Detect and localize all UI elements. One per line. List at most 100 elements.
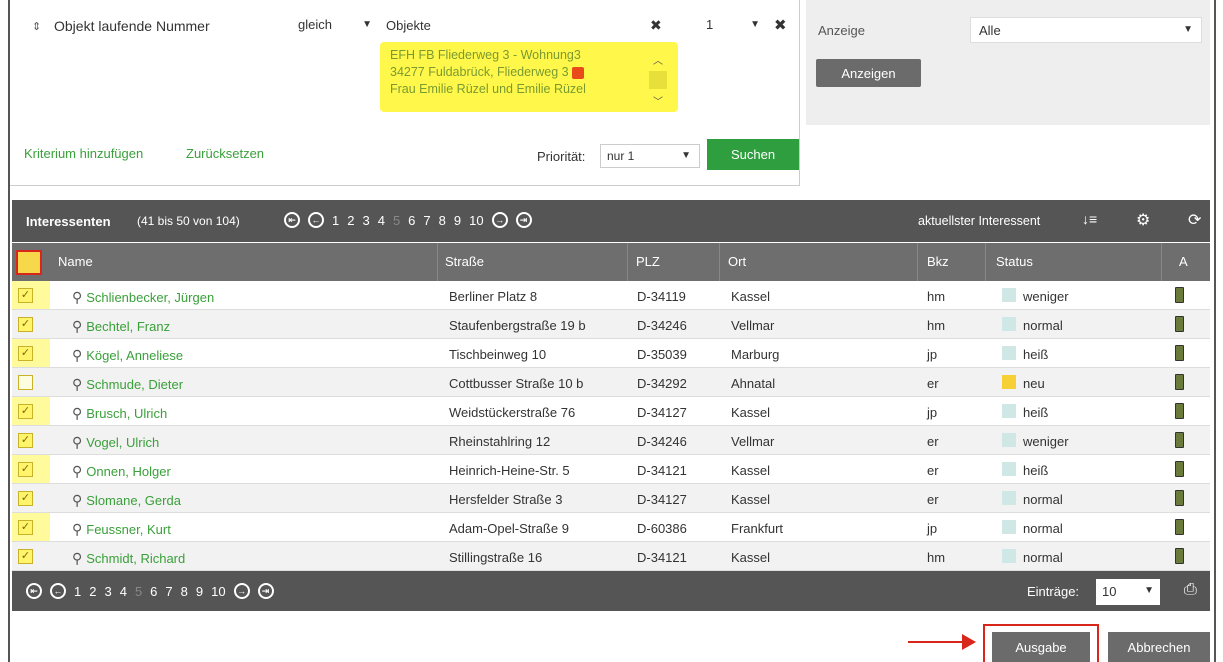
prospect-name-link[interactable]: ⚲ Kögel, Anneliese	[72, 347, 183, 364]
row-checkbox[interactable]: ✓	[18, 288, 33, 303]
document-icon[interactable]	[1175, 374, 1184, 390]
table-row[interactable]: ✓ ⚲ Vogel, Ulrich Rheinstahlring 12 D-34246 V…	[12, 426, 1210, 455]
page-link[interactable]: 6	[408, 213, 415, 228]
column-header-name[interactable]: Name	[58, 254, 93, 269]
cancel-button[interactable]: Abbrechen	[1108, 632, 1210, 662]
scrollbar-thumb[interactable]	[649, 71, 667, 89]
page-link[interactable]: 1	[74, 584, 81, 599]
count-select[interactable]: 1 ▼	[706, 17, 766, 37]
last-page-icon[interactable]: ⇥	[257, 583, 274, 599]
page-link[interactable]: 7	[165, 584, 172, 599]
page-link[interactable]: 8	[439, 213, 446, 228]
page-link[interactable]: 9	[196, 584, 203, 599]
document-icon[interactable]	[1175, 461, 1184, 477]
row-checkbox[interactable]: ✓	[18, 317, 33, 332]
prospect-name-link[interactable]: ⚲ Feussner, Kurt	[72, 521, 171, 538]
row-checkbox[interactable]: ✓	[18, 346, 33, 361]
page-link[interactable]: 10	[211, 584, 225, 599]
objects-list[interactable]: EFH FB Fliederweg 3 - Wohnung3 34277 Ful…	[380, 42, 678, 112]
page-link[interactable]: 3	[362, 213, 369, 228]
document-icon[interactable]	[1175, 287, 1184, 303]
prospect-name-link[interactable]: ⚲ Slomane, Gerda	[72, 492, 181, 509]
column-header-status[interactable]: Status	[996, 254, 1033, 269]
page-link[interactable]: 8	[181, 584, 188, 599]
row-checkbox[interactable]	[18, 375, 33, 390]
prospect-name-link[interactable]: ⚲ Schmude, Dieter	[72, 376, 183, 393]
column-header-zip[interactable]: PLZ	[636, 254, 660, 269]
priority-select[interactable]: nur 1 ▼	[600, 144, 700, 168]
operator-select[interactable]: gleich ▼	[298, 17, 378, 37]
row-checkbox[interactable]: ✓	[18, 491, 33, 506]
column-header-city[interactable]: Ort	[728, 254, 746, 269]
table-row[interactable]: ✓ ⚲ Schlienbecker, Jürgen Berliner Platz 8 D…	[12, 281, 1210, 310]
prospect-name-link[interactable]: ⚲ Schmidt, Richard	[72, 550, 185, 567]
prospect-name-link[interactable]: ⚲ Schlienbecker, Jürgen	[72, 289, 214, 306]
prospect-name-link[interactable]: ⚲ Onnen, Holger	[72, 463, 171, 480]
gear-icon[interactable]: ⚙	[1136, 210, 1150, 230]
print-icon[interactable]: ⎙	[1184, 581, 1197, 599]
entries-select[interactable]: 10 ▼	[1096, 579, 1160, 605]
table-row[interactable]: ✓ ⚲ Onnen, Holger Heinrich-Heine-Str. 5 D-34…	[12, 455, 1210, 484]
last-page-icon[interactable]: ⇥	[515, 212, 532, 228]
row-checkbox[interactable]: ✓	[18, 433, 33, 448]
table-row[interactable]: ✓ ⚲ Slomane, Gerda Hersfelder Straße 3 D-341…	[12, 484, 1210, 513]
page-link[interactable]: 4	[378, 213, 385, 228]
page-link[interactable]: 10	[469, 213, 483, 228]
show-button[interactable]: Anzeigen	[816, 59, 921, 87]
document-icon[interactable]	[1175, 490, 1184, 506]
remove-criterion-icon[interactable]: ✖	[774, 16, 787, 34]
table-row[interactable]: ✓ ⚲ Kögel, Anneliese Tischbeinweg 10 D-35039…	[12, 339, 1210, 368]
objects-select[interactable]: Objekte ✖ EFH FB Fliederweg 3 - Wohnung3…	[380, 15, 678, 115]
page-link[interactable]: 7	[423, 213, 430, 228]
table-row[interactable]: ✓ ⚲ Bechtel, Franz Staufenbergstraße 19 b D-…	[12, 310, 1210, 339]
page-link[interactable]: 4	[120, 584, 127, 599]
output-button[interactable]: Ausgabe	[992, 632, 1090, 662]
row-checkbox[interactable]: ✓	[18, 549, 33, 564]
table-row[interactable]: ✓ ⚲ Feussner, Kurt Adam-Opel-Straße 9 D-6038…	[12, 513, 1210, 542]
page-link[interactable]: 1	[332, 213, 339, 228]
clear-objects-icon[interactable]: ✖	[650, 17, 662, 34]
first-page-icon[interactable]: ⇤	[26, 583, 42, 599]
column-header-a[interactable]: A	[1179, 254, 1188, 269]
chevron-down-icon[interactable]: ﹀	[648, 93, 668, 108]
document-icon[interactable]	[1175, 548, 1184, 564]
chevron-up-icon[interactable]: ︿	[648, 52, 668, 67]
column-header-bkz[interactable]: Bkz	[927, 254, 949, 269]
prev-page-icon[interactable]: ←	[308, 212, 324, 228]
table-row[interactable]: ✓ ⚲ Schmidt, Richard Stillingstraße 16 D-341…	[12, 542, 1210, 571]
objects-scrollbar[interactable]: ︿ ﹀	[648, 52, 668, 108]
current-page: 5	[392, 212, 401, 228]
document-icon[interactable]	[1175, 432, 1184, 448]
add-criterion-link[interactable]: Kriterium hinzufügen	[24, 146, 143, 161]
page-link[interactable]: 6	[150, 584, 157, 599]
page-link[interactable]: 9	[454, 213, 461, 228]
document-icon[interactable]	[1175, 519, 1184, 535]
display-select[interactable]: Alle ▼	[970, 17, 1202, 43]
sort-updown-icon[interactable]: ⇕	[32, 20, 54, 33]
page-link[interactable]: 2	[347, 213, 354, 228]
prospect-name-link[interactable]: ⚲ Brusch, Ulrich	[72, 405, 167, 422]
refresh-icon[interactable]: ⟳	[1188, 210, 1201, 230]
latest-prospect-label[interactable]: aktuellster Interessent	[918, 214, 1040, 228]
row-checkbox[interactable]: ✓	[18, 520, 33, 535]
sort-descending-icon[interactable]: ↓≡	[1082, 211, 1097, 227]
page-link[interactable]: 2	[89, 584, 96, 599]
next-page-icon[interactable]: →	[233, 583, 250, 599]
table-row[interactable]: ⚲ Schmude, Dieter Cottbusser Straße 10 b D-…	[12, 368, 1210, 397]
first-page-icon[interactable]: ⇤	[284, 212, 300, 228]
reset-link[interactable]: Zurücksetzen	[186, 146, 264, 161]
prev-page-icon[interactable]: ←	[50, 583, 66, 599]
search-button[interactable]: Suchen	[707, 139, 799, 170]
document-icon[interactable]	[1175, 345, 1184, 361]
next-page-icon[interactable]: →	[491, 212, 508, 228]
page-link[interactable]: 3	[104, 584, 111, 599]
document-icon[interactable]	[1175, 316, 1184, 332]
prospect-name-link[interactable]: ⚲ Vogel, Ulrich	[72, 434, 159, 451]
prospect-name-link[interactable]: ⚲ Bechtel, Franz	[72, 318, 170, 335]
row-checkbox[interactable]: ✓	[18, 462, 33, 477]
document-icon[interactable]	[1175, 403, 1184, 419]
column-header-street[interactable]: Straße	[445, 254, 484, 269]
table-row[interactable]: ✓ ⚲ Brusch, Ulrich Weidstückerstraße 76 D-34…	[12, 397, 1210, 426]
row-checkbox[interactable]: ✓	[18, 404, 33, 419]
select-all-checkbox[interactable]	[16, 250, 42, 275]
